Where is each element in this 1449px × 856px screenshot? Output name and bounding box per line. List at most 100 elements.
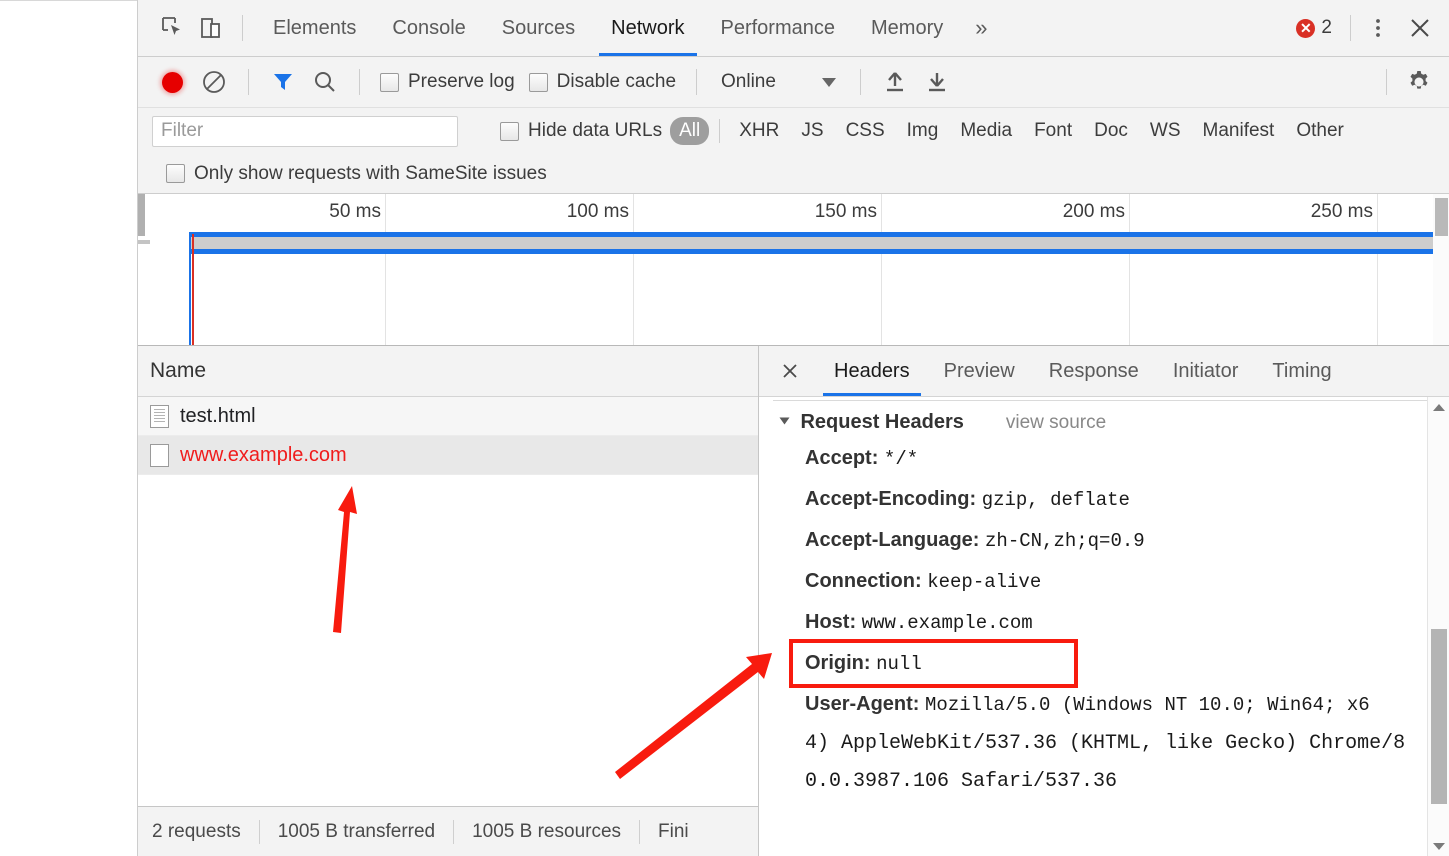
inspect-element-icon[interactable]: [154, 9, 192, 47]
header-value: gzip, deflate: [981, 489, 1130, 511]
status-divider: [639, 819, 641, 844]
preserve-log-checkbox[interactable]: Preserve log: [374, 71, 521, 93]
toolbar-divider: [248, 69, 249, 95]
filter-row: Hide data URLs All XHR JS CSS Img Media …: [138, 108, 1449, 154]
tab-performance[interactable]: Performance: [703, 0, 854, 56]
header-value-wrap-line-3: 0.0.3987.106 Safari/537.36: [805, 770, 1118, 793]
load-event-marker: [192, 234, 194, 345]
tab-console[interactable]: Console: [374, 0, 483, 56]
filter-type-all[interactable]: All: [670, 117, 710, 145]
toolbar-divider: [242, 15, 243, 41]
tab-memory[interactable]: Memory: [853, 0, 961, 56]
hide-data-urls-label: Hide data URLs: [528, 120, 663, 141]
disable-cache-checkbox[interactable]: Disable cache: [523, 71, 682, 93]
filter-divider: [719, 119, 721, 143]
overview-selection-band[interactable]: [189, 232, 1446, 254]
search-icon[interactable]: [305, 62, 345, 102]
header-key: Accept-Language:: [805, 529, 980, 551]
samesite-issues-label: Only show requests with SameSite issues: [194, 162, 547, 184]
hide-data-urls-checkbox[interactable]: Hide data URLs: [494, 120, 668, 142]
gear-icon[interactable]: [1399, 62, 1439, 102]
tab-network[interactable]: Network: [593, 0, 702, 56]
toolbar-divider: [359, 69, 360, 95]
error-count-badge[interactable]: ✕ 2: [1296, 17, 1344, 39]
more-tabs-button[interactable]: »: [961, 0, 1001, 56]
header-value: keep-alive: [927, 571, 1042, 593]
header-row-origin: Origin: null: [773, 643, 1427, 684]
network-main-area: Name test.html www.example.com 2 request…: [138, 346, 1449, 856]
filter-type-img[interactable]: Img: [898, 117, 948, 145]
chevron-down-icon[interactable]: [779, 417, 790, 425]
status-transferred: 1005 B transferred: [277, 820, 436, 842]
export-har-icon[interactable]: [917, 62, 957, 102]
header-row-host: Host: www.example.com: [773, 602, 1427, 643]
header-row-accept-language: Accept-Language: zh-CN,zh;q=0.9: [773, 520, 1427, 561]
kebab-menu-icon[interactable]: [1357, 7, 1399, 49]
details-scrollbar[interactable]: [1427, 397, 1449, 856]
filter-type-css[interactable]: CSS: [837, 117, 894, 145]
close-icon[interactable]: [1399, 7, 1441, 49]
overview-scrollbar[interactable]: [1433, 194, 1449, 345]
header-row-connection: Connection: keep-alive: [773, 561, 1427, 602]
filter-type-xhr[interactable]: XHR: [730, 117, 788, 145]
dom-content-loaded-marker: [189, 234, 191, 345]
scrollbar-thumb[interactable]: [1435, 198, 1448, 236]
filter-type-ws[interactable]: WS: [1141, 117, 1190, 145]
toolbar-divider: [696, 69, 698, 95]
scrollbar-thumb[interactable]: [1431, 629, 1447, 804]
network-overview-timeline[interactable]: 50 ms 100 ms 150 ms 200 ms 250 ms: [138, 194, 1449, 346]
toolbar-divider: [1350, 15, 1351, 41]
devtools-tabbar: Elements Console Sources Network Perform…: [138, 0, 1449, 57]
header-row-accept: Accept: */*: [773, 438, 1427, 479]
clear-icon[interactable]: [194, 62, 234, 102]
tab-headers[interactable]: Headers: [817, 346, 927, 396]
header-value: www.example.com: [861, 612, 1033, 634]
tab-timing[interactable]: Timing: [1255, 346, 1348, 396]
overview-resize-tab[interactable]: [138, 240, 150, 244]
filter-type-other[interactable]: Other: [1287, 117, 1353, 145]
error-icon: ✕: [1296, 18, 1316, 38]
scroll-down-icon[interactable]: [1428, 836, 1449, 856]
status-finish: Fini: [658, 820, 689, 842]
scroll-up-icon[interactable]: [1428, 397, 1449, 417]
header-row-accept-encoding: Accept-Encoding: gzip, deflate: [773, 479, 1427, 520]
filter-funnel-icon[interactable]: [263, 62, 303, 102]
request-headers-section-header[interactable]: Request Headers view source: [773, 401, 1427, 438]
import-har-icon[interactable]: [875, 62, 915, 102]
filter-input[interactable]: [152, 115, 458, 147]
tab-elements[interactable]: Elements: [255, 0, 374, 56]
record-button-icon[interactable]: [152, 62, 192, 102]
tab-sources[interactable]: Sources: [484, 0, 593, 56]
throttling-dropdown[interactable]: Online: [711, 71, 846, 93]
request-list[interactable]: test.html www.example.com: [138, 397, 758, 806]
view-source-link[interactable]: view source: [1006, 412, 1106, 434]
table-row[interactable]: test.html: [138, 397, 758, 436]
filter-type-media[interactable]: Media: [951, 117, 1021, 145]
timeline-tick-label: 200 ms: [1062, 201, 1125, 222]
overview-left-drag-handle[interactable]: [138, 194, 145, 236]
filter-type-doc[interactable]: Doc: [1085, 117, 1137, 145]
samesite-issues-checkbox[interactable]: Only show requests with SameSite issues: [160, 163, 553, 185]
tab-preview[interactable]: Preview: [927, 346, 1032, 396]
close-icon[interactable]: [773, 354, 807, 388]
chevron-down-icon: [821, 77, 836, 87]
device-toolbar-icon[interactable]: [192, 9, 230, 47]
blank-document-icon: [150, 443, 169, 467]
tab-response[interactable]: Response: [1032, 346, 1156, 396]
table-row[interactable]: www.example.com: [138, 436, 758, 475]
request-name: test.html: [180, 404, 256, 427]
header-key: Host:: [805, 611, 857, 633]
tab-initiator[interactable]: Initiator: [1156, 346, 1256, 396]
timeline-tick: 200 ms: [1063, 194, 1130, 345]
request-list-header: Name: [138, 346, 758, 397]
timeline-tick-label: 150 ms: [814, 201, 877, 222]
toolbar-divider: [1386, 69, 1387, 95]
network-status-bar: 2 requests 1005 B transferred 1005 B res…: [138, 806, 758, 856]
request-name: www.example.com: [180, 443, 347, 466]
filter-type-manifest[interactable]: Manifest: [1194, 117, 1284, 145]
headers-content: X-Cache: HIT Request Headers view source: [759, 397, 1449, 856]
filter-type-font[interactable]: Font: [1025, 117, 1081, 145]
filter-type-js[interactable]: JS: [792, 117, 832, 145]
section-title: Request Headers: [800, 411, 964, 433]
request-details-pane: Headers Preview Response Initiator Timin…: [759, 346, 1449, 856]
